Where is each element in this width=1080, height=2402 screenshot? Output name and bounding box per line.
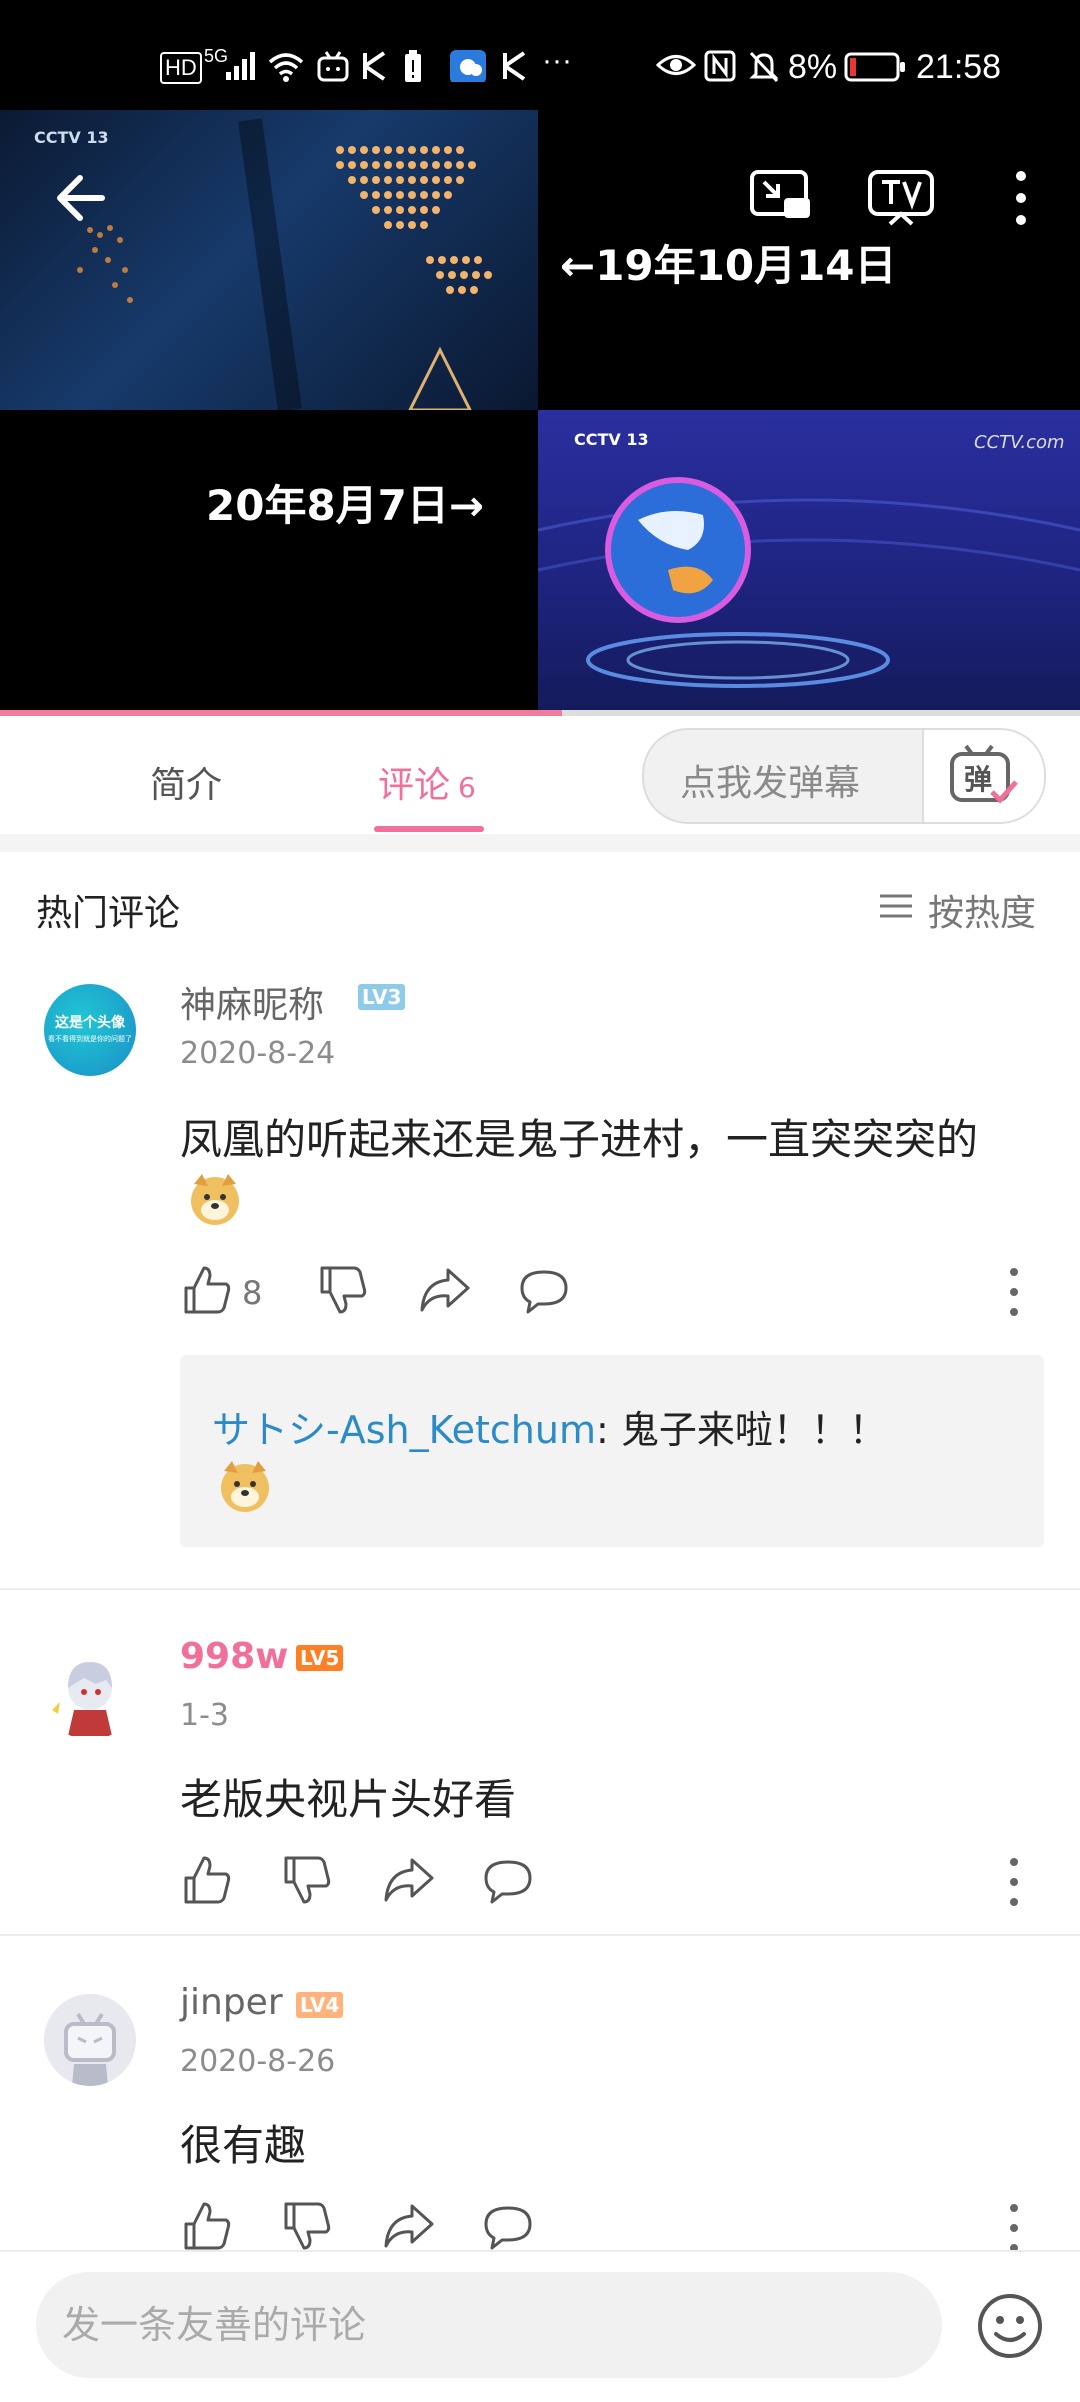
comment-compose-bar (0, 2250, 1080, 2402)
comment-username[interactable]: jinper (180, 1982, 283, 2023)
tab-comments[interactable]: 评论 6 (378, 756, 476, 808)
video-frame-dark: ←19年10月14日 (538, 110, 1080, 410)
level-badge-text: LV5 (300, 1646, 340, 1670)
dislike-icon[interactable] (280, 2198, 336, 2254)
comments-count: 6 (458, 771, 476, 804)
wifi-icon (268, 53, 304, 82)
like-icon[interactable] (180, 1262, 236, 1318)
comment-text: 老版央视片头好看 (180, 1775, 517, 1824)
caption-new-date: 20年8月7日→ (206, 481, 485, 530)
doge-emoji-icon (191, 1174, 239, 1225)
comment-text: 凤凰的听起来还是鬼子进村，一直突突突的 (180, 1115, 979, 1164)
level-badge: LV4 (296, 1992, 344, 2018)
doge-emoji-icon (221, 1461, 269, 1512)
danmaku-placeholder: 点我发弹幕 (680, 763, 861, 804)
comment-actions: 8 (180, 1262, 1044, 1322)
sort-label: 按热度 (928, 893, 1037, 934)
reply-icon[interactable] (516, 1262, 572, 1318)
danmaku-btn-label: 弹 (964, 763, 993, 796)
battery-low-icon (844, 52, 905, 82)
share-icon[interactable] (416, 1262, 472, 1318)
weather-app-icon (450, 50, 486, 82)
caption-old-date: ←19年10月14日 (560, 241, 897, 290)
danmaku-send-button[interactable]: 弹 (922, 730, 1044, 822)
comment-text: 很有趣 (180, 2121, 307, 2170)
comment-more-icon[interactable] (1006, 1262, 1022, 1322)
share-icon[interactable] (380, 2198, 436, 2254)
comment-username[interactable]: 神麻昵称 (180, 976, 324, 1028)
list-sort-icon (880, 894, 912, 918)
active-tab-indicator (374, 826, 484, 832)
video-frame-new-opening: CCTV 13 CCTV.com (538, 410, 1080, 714)
comment-date: 2020-8-26 (180, 2044, 336, 2079)
like-count: 8 (242, 1274, 263, 1312)
kuaishou-icon (503, 51, 526, 81)
comment-date: 1-3 (180, 1698, 229, 1733)
signal-icon (226, 52, 255, 80)
comment-separator (0, 1588, 1080, 1590)
reply-separator: : (595, 1408, 609, 1452)
level-badge-text: LV3 (362, 985, 402, 1009)
reply-icon[interactable] (480, 1852, 536, 1908)
comment-actions (180, 1852, 1044, 1912)
tab-comments-label: 评论 (378, 765, 451, 806)
eye-comfort-icon (656, 55, 696, 75)
level-badge-text: LV4 (300, 1993, 340, 2017)
comment-more-icon[interactable] (1006, 1852, 1022, 1912)
hot-comments-title: 热门评论 (36, 893, 181, 934)
tab-intro[interactable]: 简介 (150, 756, 222, 808)
avatar[interactable] (44, 1994, 136, 2086)
share-icon[interactable] (380, 1852, 436, 1908)
more-notifications-icon: ··· (542, 44, 572, 77)
like-icon[interactable] (180, 1852, 236, 1908)
comment-input[interactable] (36, 2272, 942, 2378)
cctv13-watermark: CCTV 13 (574, 430, 649, 449)
comment-username[interactable]: 998w (180, 1636, 288, 1677)
battery-saver-icon (405, 50, 421, 82)
avatar-subtext: 看不看得到就是你的问题了 (48, 1035, 132, 1043)
nfc-icon (704, 50, 736, 82)
reply-text: 鬼子来啦！！！ (608, 1408, 887, 1452)
avatar[interactable]: 这是个头像 看不看得到就是你的问题了 (44, 984, 136, 1076)
reply-icon[interactable] (480, 2198, 536, 2254)
avatar-text: 这是个头像 (55, 1015, 125, 1031)
mute-bell-icon (749, 51, 779, 82)
video-frame-old-opening: CCTV 13 (0, 110, 538, 410)
emoji-picker-icon[interactable] (976, 2292, 1044, 2360)
bilibili-icon (317, 51, 349, 82)
dislike-icon[interactable] (280, 1852, 336, 1908)
comment-separator (0, 1934, 1080, 1936)
avatar[interactable] (44, 1648, 136, 1740)
status-bar: HD 5G ··· 8% 21:58 (0, 0, 1080, 110)
comment-date: 2020-8-24 (180, 1036, 336, 1071)
cctv13-watermark: CCTV 13 (34, 128, 109, 147)
level-badge: LV3 (358, 984, 406, 1010)
hd-indicator: HD (160, 52, 202, 84)
cast-screen-icon[interactable] (748, 168, 814, 224)
default-tv-avatar-icon (64, 2012, 116, 2086)
comment-more-icon[interactable] (1006, 2198, 1022, 2258)
clock-time: 21:58 (916, 48, 1002, 86)
globe-graphic (538, 477, 1080, 688)
reply-line: サトシ-Ash_Ketchum: 鬼子来啦！！！ (212, 1399, 887, 1454)
battery-percent: 8% (788, 48, 838, 86)
more-options-icon[interactable] (1006, 166, 1036, 230)
anime-girl-avatar-icon (52, 1662, 112, 1736)
dotted-world-map-graphic (77, 118, 492, 410)
like-icon[interactable] (180, 2198, 236, 2254)
reply-preview[interactable]: サトシ-Ash_Ketchum: 鬼子来啦！！！ (180, 1355, 1044, 1547)
section-divider (0, 834, 1080, 852)
video-frame-dark: 20年8月7日→ (0, 410, 538, 714)
cctv-com-watermark: CCTV.com (974, 432, 1065, 453)
back-arrow-icon[interactable] (52, 168, 112, 228)
dislike-icon[interactable] (316, 1262, 372, 1318)
kuaishou-icon (363, 51, 386, 81)
video-player[interactable]: CCTV 13 ←19年10月14日 20年8月7日→ CCTV 13 CCTV… (0, 110, 1080, 714)
comment-actions (180, 2198, 1044, 2258)
danmaku-input[interactable]: 点我发弹幕 弹 (642, 728, 1046, 824)
reply-username[interactable]: サトシ-Ash_Ketchum (212, 1408, 596, 1452)
level-badge: LV5 (296, 1645, 344, 1671)
tv-cast-icon[interactable] (866, 168, 936, 228)
